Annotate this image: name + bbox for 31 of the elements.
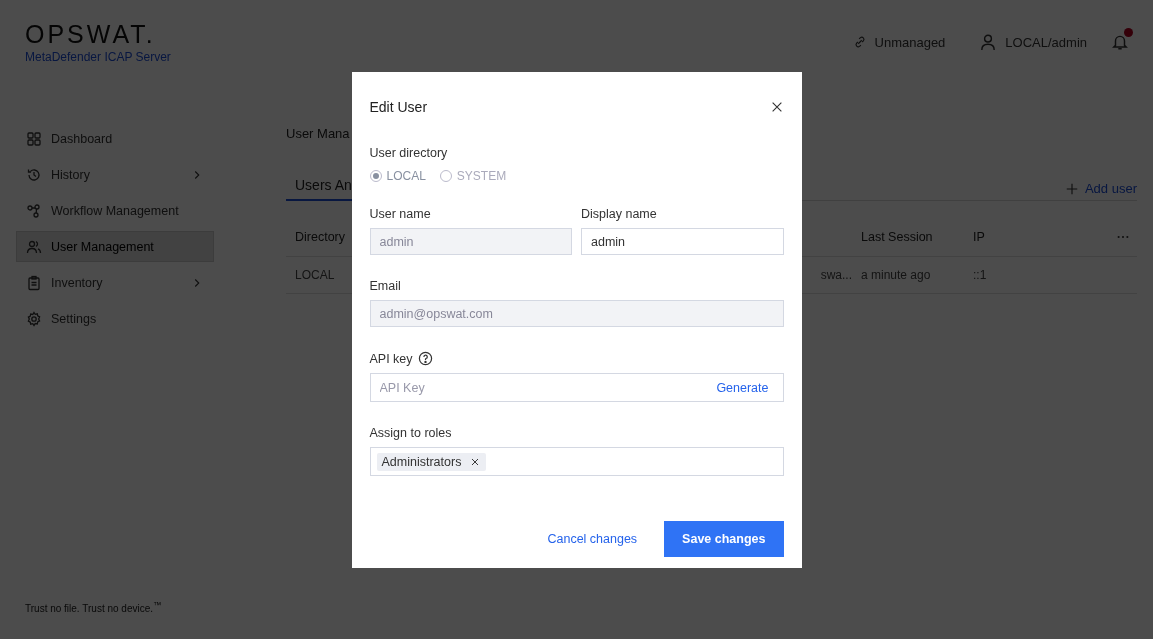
status-text: Unmanaged bbox=[874, 34, 946, 50]
logo: OPSWAT. bbox=[25, 20, 157, 48]
cancel-button[interactable]: Cancel changes bbox=[547, 532, 638, 546]
field-label: User name bbox=[369, 207, 432, 221]
generate-link[interactable]: Generate bbox=[716, 380, 769, 395]
save-button[interactable]: Save changes bbox=[664, 521, 784, 557]
text-field[interactable]: admin bbox=[581, 228, 784, 255]
field-label: Email bbox=[369, 279, 402, 293]
help-icon bbox=[417, 351, 433, 366]
sidebar-item[interactable]: Workflow Management bbox=[16, 195, 214, 226]
tagline: Trust no file. Trust no device.$^{™}$ bbox=[25, 600, 162, 615]
product-name: MetaDefender ICAP Server bbox=[25, 50, 171, 64]
field-label: API key bbox=[369, 351, 413, 366]
sidebar-item[interactable]: History bbox=[16, 159, 214, 190]
user-name[interactable]: LOCAL/admin bbox=[1005, 34, 1087, 50]
table-cell: a minute ago bbox=[852, 257, 964, 294]
table-cell: ::1 bbox=[964, 257, 1107, 294]
dialog-title: Edit User bbox=[369, 99, 428, 115]
sidebar-item[interactable]: Inventory bbox=[16, 267, 214, 298]
sidebar-item[interactable]: Settings bbox=[16, 303, 214, 334]
page-title: User Mana bbox=[286, 126, 351, 141]
field-label: Display name bbox=[581, 207, 658, 221]
field-label: User directory bbox=[369, 146, 449, 160]
column-header: Last Session bbox=[852, 218, 964, 257]
add-user-button[interactable]: Add user bbox=[1064, 181, 1137, 200]
roles-field[interactable]: Administrators bbox=[369, 447, 784, 476]
api-key-field[interactable]: API Key Generate bbox=[369, 373, 784, 402]
column-header: IP bbox=[964, 218, 1107, 257]
field-label: Assign to roles bbox=[369, 426, 453, 440]
role-tag: Administrators bbox=[376, 452, 487, 471]
sidebar-item[interactable]: Dashboard bbox=[16, 123, 214, 154]
